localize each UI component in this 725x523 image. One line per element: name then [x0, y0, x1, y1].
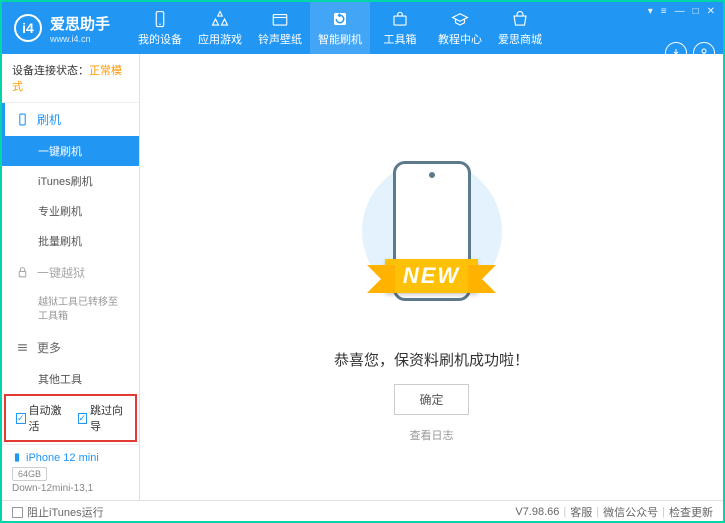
group-label: 刷机: [37, 111, 61, 128]
service-link[interactable]: 客服: [570, 504, 592, 520]
success-message: 恭喜您，保资料刷机成功啦！: [334, 349, 529, 370]
logo-area: i4 爱思助手 www.i4.cn: [2, 13, 122, 44]
menu-icon[interactable]: ▾: [648, 6, 653, 17]
refresh-icon: [331, 10, 349, 28]
main-nav: 我的设备 应用游戏 铃声壁纸 智能刷机 工具箱 教程中心 爱思商城: [130, 2, 550, 54]
app-header: i4 爱思助手 www.i4.cn 我的设备 应用游戏 铃声壁纸 智能刷机 工具…: [2, 2, 723, 54]
nav-label: 应用游戏: [198, 31, 242, 47]
header-right: ▾ ≡ — □ ✕: [648, 6, 715, 17]
phone-icon: [16, 113, 29, 126]
status-label: 设备连接状态：: [12, 65, 89, 77]
hat-icon: [451, 10, 469, 28]
checkbox-skip-guide[interactable]: ✓跳过向导: [78, 402, 126, 434]
nav-toolbox[interactable]: 工具箱: [370, 2, 430, 54]
store-icon: [511, 10, 529, 28]
phone-icon: [12, 451, 22, 464]
sidebar-jailbreak-note: 越狱工具已转移至工具箱: [2, 289, 139, 331]
checkbox-row: ✓自动激活 ✓跳过向导: [4, 394, 137, 442]
device-info: iPhone 12 mini 64GB Down-12mini-13,1: [2, 444, 139, 500]
sidebar-item-itunes[interactable]: iTunes刷机: [2, 166, 139, 196]
logo-text: 爱思助手 www.i4.cn: [50, 13, 110, 44]
checkbox-auto-activate[interactable]: ✓自动激活: [16, 402, 64, 434]
sidebar-item-pro[interactable]: 专业刷机: [2, 196, 139, 226]
check-icon: ✓: [78, 413, 88, 424]
chk-label: 跳过向导: [90, 402, 125, 434]
nav-ringtone[interactable]: 铃声壁纸: [250, 2, 310, 54]
maximize-icon[interactable]: □: [693, 6, 699, 17]
device-storage: 64GB: [12, 467, 47, 481]
minimize-icon[interactable]: —: [675, 6, 685, 17]
view-log-link[interactable]: 查看日志: [410, 427, 454, 443]
wechat-link[interactable]: 微信公众号: [603, 504, 658, 520]
device-status: 设备连接状态：正常模式: [2, 54, 139, 103]
sidebar-list: 刷机 一键刷机 iTunes刷机 专业刷机 批量刷机 一键越狱 越狱工具已转移至…: [2, 103, 139, 392]
sidebar-group-flash[interactable]: 刷机: [2, 103, 139, 136]
success-illustration: NEW: [342, 131, 522, 331]
lock-icon: [16, 266, 29, 279]
separator: |: [662, 506, 665, 518]
sidebar: 设备连接状态：正常模式 刷机 一键刷机 iTunes刷机 专业刷机 批量刷机 一…: [2, 54, 140, 500]
checkbox-block-itunes[interactable]: [12, 507, 23, 518]
ribbon-text: NEW: [385, 259, 478, 293]
nav-label: 我的设备: [138, 31, 182, 47]
ok-button[interactable]: 确定: [394, 384, 468, 415]
footer-right: V7.98.66 | 客服 | 微信公众号 | 检查更新: [515, 504, 713, 520]
nav-label: 教程中心: [438, 31, 482, 47]
body: 设备连接状态：正常模式 刷机 一键刷机 iTunes刷机 专业刷机 批量刷机 一…: [2, 54, 723, 500]
more-icon: [16, 341, 29, 354]
sidebar-group-jailbreak: 一键越狱: [2, 256, 139, 289]
chk-label: 自动激活: [29, 402, 64, 434]
window-controls: ▾ ≡ — □ ✕: [648, 6, 715, 17]
phone-icon: [151, 10, 169, 28]
nav-my-device[interactable]: 我的设备: [130, 2, 190, 54]
app-title: 爱思助手: [50, 13, 110, 34]
main-content: NEW 恭喜您，保资料刷机成功啦！ 确定 查看日志: [140, 54, 723, 500]
version-label: V7.98.66: [515, 506, 559, 518]
separator: |: [596, 506, 599, 518]
folder-icon: [271, 10, 289, 28]
download-button[interactable]: [665, 42, 687, 64]
nav-label: 工具箱: [384, 31, 417, 47]
nav-label: 铃声壁纸: [258, 31, 302, 47]
footer: 阻止iTunes运行 V7.98.66 | 客服 | 微信公众号 | 检查更新: [2, 500, 723, 523]
group-label: 更多: [37, 339, 61, 356]
separator: |: [563, 506, 566, 518]
toolbox-icon: [391, 10, 409, 28]
nav-flash[interactable]: 智能刷机: [310, 2, 370, 54]
sidebar-item-oneclick[interactable]: 一键刷机: [2, 136, 139, 166]
nav-label: 智能刷机: [318, 31, 362, 47]
sidebar-item-batch[interactable]: 批量刷机: [2, 226, 139, 256]
device-name: iPhone 12 mini: [26, 452, 99, 464]
check-icon: ✓: [16, 413, 26, 424]
nav-apps[interactable]: 应用游戏: [190, 2, 250, 54]
update-link[interactable]: 检查更新: [669, 504, 713, 520]
list-icon[interactable]: ≡: [661, 6, 667, 17]
device-name-row[interactable]: iPhone 12 mini: [12, 451, 129, 464]
device-id: Down-12mini-13,1: [12, 483, 129, 494]
nav-label: 爱思商城: [498, 31, 542, 47]
nav-store[interactable]: 爱思商城: [490, 2, 550, 54]
user-button[interactable]: [693, 42, 715, 64]
apps-icon: [211, 10, 229, 28]
logo-icon: i4: [14, 14, 42, 42]
sidebar-group-more[interactable]: 更多: [2, 331, 139, 364]
new-ribbon: NEW: [385, 259, 478, 293]
sidebar-item-other[interactable]: 其他工具: [2, 364, 139, 392]
close-icon[interactable]: ✕: [707, 6, 715, 17]
footer-left: 阻止iTunes运行: [12, 504, 104, 520]
block-itunes-label: 阻止iTunes运行: [27, 504, 104, 520]
group-label: 一键越狱: [37, 264, 85, 281]
nav-tutorial[interactable]: 教程中心: [430, 2, 490, 54]
app-subtitle: www.i4.cn: [50, 34, 110, 44]
